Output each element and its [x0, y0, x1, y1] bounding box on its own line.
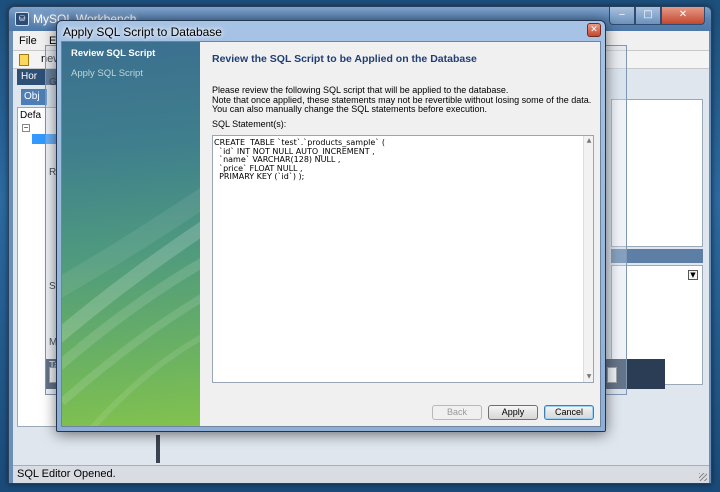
close-icon[interactable]: ✕	[587, 23, 601, 37]
status-bar: SQL Editor Opened.	[13, 465, 709, 483]
window-controls: ‒ □ ✕	[609, 7, 705, 25]
vertical-scrollbar[interactable]: ▲ ▼	[583, 136, 593, 382]
resize-grip-icon[interactable]	[699, 473, 707, 481]
close-window-icon[interactable]: ✕	[661, 7, 705, 25]
tab-object-browser[interactable]: Obj	[21, 89, 47, 105]
sidebar-swirl-decoration	[62, 187, 200, 426]
scroll-up-icon[interactable]: ▲	[584, 136, 594, 146]
description-text: Please review the following SQL script t…	[212, 85, 591, 115]
dialog-content: Review the SQL Script to be Applied on t…	[200, 42, 600, 426]
minimize-icon[interactable]: ‒	[609, 7, 635, 25]
sql-editor[interactable]: CREATE TABLE `test`.`products_sample` ( …	[212, 135, 594, 383]
chevron-down-icon[interactable]: ▼	[688, 270, 698, 280]
new-connection-icon[interactable]	[19, 54, 29, 66]
maximize-icon[interactable]: □	[635, 7, 661, 25]
workbench-app-icon: ⛁	[15, 12, 29, 26]
apply-button[interactable]: Apply	[488, 405, 538, 420]
cancel-button[interactable]: Cancel	[544, 405, 594, 420]
step-review-sql-script: Review SQL Script	[71, 48, 156, 59]
menu-file[interactable]: File	[19, 35, 37, 47]
back-button[interactable]: Back	[432, 405, 482, 420]
description-line: You can also manually change the SQL sta…	[212, 104, 488, 114]
dialog-body: Review SQL Script Apply SQL Script Revie…	[61, 41, 601, 427]
sql-statements-label: SQL Statement(s):	[212, 119, 287, 129]
sql-script-text[interactable]: CREATE TABLE `test`.`products_sample` ( …	[214, 138, 385, 182]
step-apply-sql-script: Apply SQL Script	[71, 68, 143, 79]
tree-collapse-icon[interactable]: −	[22, 124, 30, 132]
default-schema-label: Defa	[20, 110, 42, 121]
sql-line: PRIMARY KEY (`id`) );	[214, 172, 305, 182]
status-text: SQL Editor Opened.	[17, 468, 116, 480]
panel-connector	[156, 435, 160, 463]
apply-sql-dialog: Apply SQL Script to Database ✕ Review SQ…	[56, 20, 606, 432]
page-heading: Review the SQL Script to be Applied on t…	[212, 53, 477, 65]
wizard-steps-sidebar: Review SQL Script Apply SQL Script	[62, 42, 200, 426]
dialog-title: Apply SQL Script to Database	[63, 25, 222, 39]
scroll-down-icon[interactable]: ▼	[584, 372, 594, 382]
